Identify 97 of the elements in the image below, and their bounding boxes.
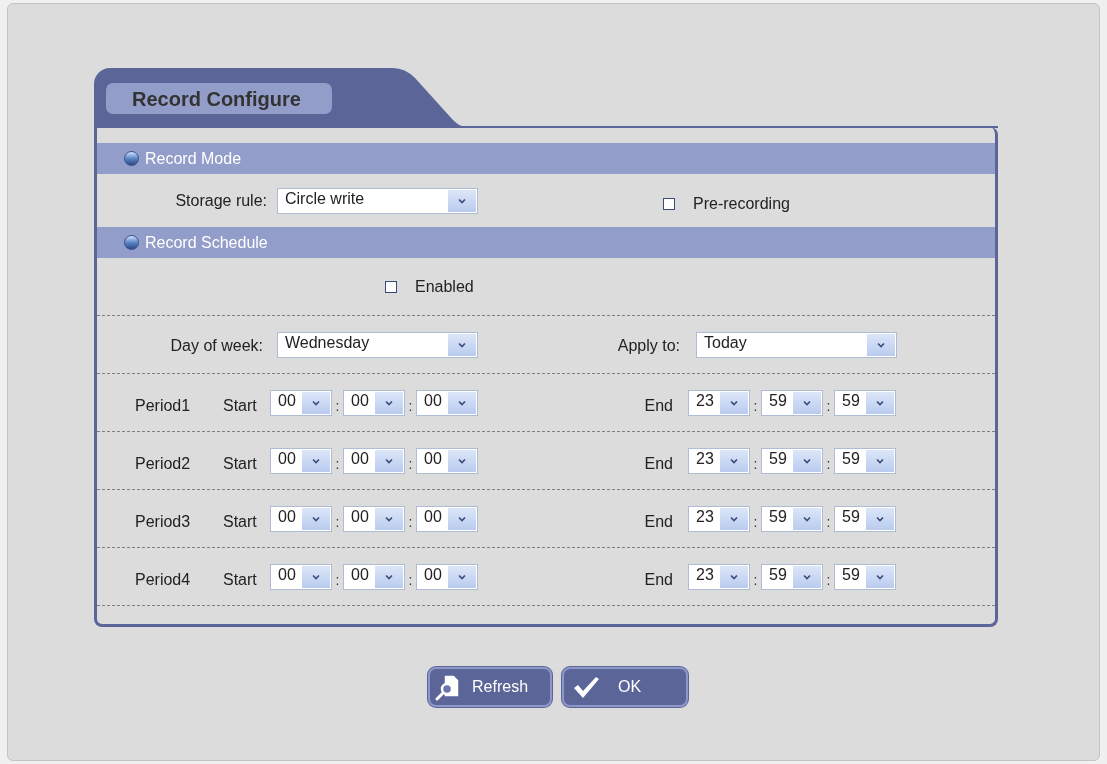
end-label: End — [643, 395, 674, 416]
time-separator: : — [825, 397, 832, 416]
field-label: Apply to: — [616, 336, 680, 356]
time-separator: : — [752, 455, 759, 474]
time-separator: : — [407, 571, 414, 590]
chevron-icon — [458, 573, 466, 580]
chevron-icon — [458, 457, 466, 464]
time-separator: : — [752, 513, 759, 532]
checkmark-icon — [572, 675, 600, 699]
start-label: Start — [223, 453, 258, 474]
start-label: Start — [223, 569, 258, 590]
section-title: Record Schedule — [145, 232, 268, 253]
apply-to-select[interactable]: Today — [696, 331, 897, 358]
chevron-icon — [876, 399, 884, 406]
chevron-icon — [730, 573, 738, 580]
ok-button[interactable]: OK — [562, 667, 688, 707]
period-label: Period4 — [135, 569, 192, 590]
chevron-icon — [385, 457, 393, 464]
time-separator: : — [752, 571, 759, 590]
chevron-icon — [730, 399, 738, 406]
time-separator: : — [334, 513, 341, 532]
end-label: End — [643, 511, 674, 532]
time-select[interactable]: 00 — [270, 563, 332, 590]
bullet-icon — [124, 235, 139, 250]
time-select[interactable]: 23 — [688, 389, 750, 416]
time-select[interactable]: 59 — [834, 505, 896, 532]
chevron-icon — [876, 457, 884, 464]
tab-title[interactable]: Record Configure — [106, 83, 332, 114]
start-label: Start — [223, 395, 258, 416]
time-select[interactable]: 00 — [343, 563, 405, 590]
section-title: Record Mode — [145, 148, 242, 169]
chevron-icon — [876, 515, 884, 522]
time-separator: : — [825, 513, 832, 532]
time-select[interactable]: 00 — [343, 389, 405, 416]
chevron-icon — [458, 341, 466, 348]
time-select[interactable]: 00 — [416, 447, 478, 474]
time-select[interactable]: 00 — [416, 389, 478, 416]
checkbox-label: Enabled — [415, 276, 474, 297]
field-label: Day of week: — [169, 336, 263, 356]
chevron-icon — [458, 399, 466, 406]
period-label: Period3 — [135, 511, 192, 532]
time-separator: : — [752, 397, 759, 416]
refresh-button[interactable]: Refresh — [428, 667, 552, 707]
time-select[interactable]: 59 — [834, 563, 896, 590]
time-select[interactable]: 59 — [761, 505, 823, 532]
period-label: Period1 — [135, 395, 192, 416]
time-separator: : — [825, 571, 832, 590]
time-separator: : — [334, 455, 341, 474]
chevron-icon — [803, 573, 811, 580]
time-select[interactable]: 00 — [270, 505, 332, 532]
bullet-icon — [124, 151, 139, 166]
time-select[interactable]: 59 — [834, 447, 896, 474]
chevron-icon — [730, 457, 738, 464]
time-select[interactable]: 00 — [416, 563, 478, 590]
time-select[interactable]: 00 — [270, 389, 332, 416]
time-select[interactable]: 59 — [761, 389, 823, 416]
time-separator: : — [334, 571, 341, 590]
chevron-icon — [803, 399, 811, 406]
end-label: End — [643, 569, 674, 590]
chevron-icon — [312, 399, 320, 406]
time-select[interactable]: 23 — [688, 563, 750, 590]
time-separator: : — [334, 397, 341, 416]
chevron-icon — [877, 341, 885, 348]
checkbox-label: Pre-recording — [693, 193, 790, 214]
time-select[interactable]: 59 — [761, 563, 823, 590]
time-separator: : — [825, 455, 832, 474]
chevron-icon — [458, 515, 466, 522]
time-separator: : — [407, 513, 414, 532]
chevron-icon — [803, 515, 811, 522]
day-of-week-select[interactable]: Wednesday — [277, 331, 478, 358]
end-label: End — [643, 453, 674, 474]
time-select[interactable]: 00 — [343, 447, 405, 474]
chevron-icon — [385, 573, 393, 580]
checkbox[interactable] — [385, 280, 397, 293]
field-label: Storage rule: — [174, 190, 267, 211]
time-select[interactable]: 00 — [270, 447, 332, 474]
chevron-icon — [876, 573, 884, 580]
time-select[interactable]: 00 — [416, 505, 478, 532]
period-label: Period2 — [135, 453, 192, 474]
chevron-icon — [312, 573, 320, 580]
time-separator: : — [407, 397, 414, 416]
chevron-icon — [385, 399, 393, 406]
time-select[interactable]: 23 — [688, 505, 750, 532]
chevron-icon — [458, 197, 466, 204]
chevron-icon — [312, 515, 320, 522]
time-select[interactable]: 59 — [761, 447, 823, 474]
chevron-icon — [730, 515, 738, 522]
chevron-icon — [312, 457, 320, 464]
time-select[interactable]: 00 — [343, 505, 405, 532]
checkbox[interactable] — [663, 197, 675, 210]
time-separator: : — [407, 455, 414, 474]
start-label: Start — [223, 511, 258, 532]
storage-rule-select[interactable]: Circle write — [277, 187, 478, 214]
chevron-icon — [803, 457, 811, 464]
chevron-icon — [385, 515, 393, 522]
time-select[interactable]: 59 — [834, 389, 896, 416]
time-select[interactable]: 23 — [688, 447, 750, 474]
